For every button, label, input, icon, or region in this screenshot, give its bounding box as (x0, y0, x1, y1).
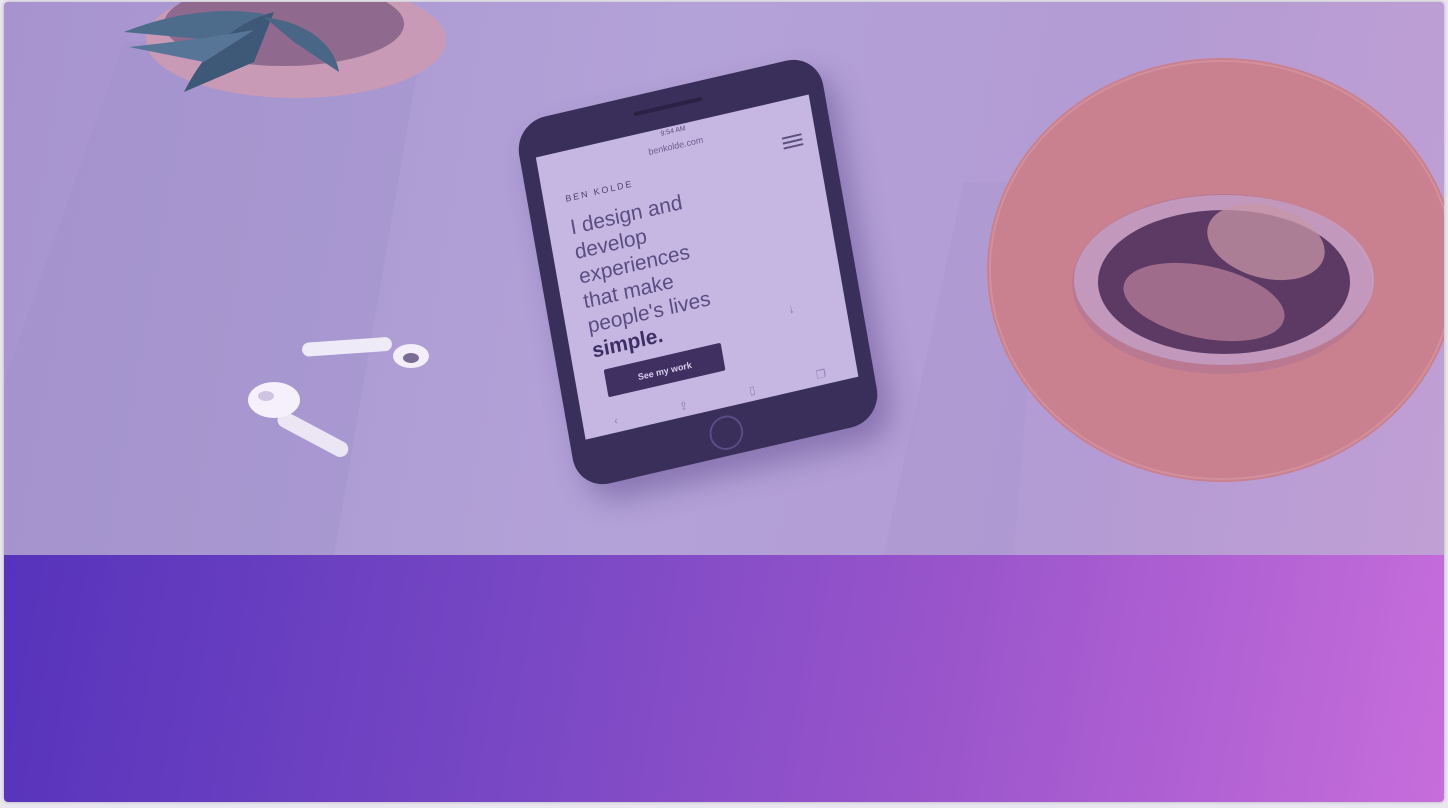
hamburger-icon[interactable] (781, 133, 804, 150)
site-brand: BEN KOLDE (564, 178, 635, 204)
page-frame: 9:54 AM benkolde.com BEN KOLDE I design … (4, 2, 1444, 802)
lamp-shadow (4, 32, 424, 555)
chevron-left-icon[interactable]: ‹ (613, 415, 619, 428)
hero-image: 9:54 AM benkolde.com BEN KOLDE I design … (4, 2, 1444, 555)
book-icon[interactable]: ▯ (748, 383, 756, 397)
tabs-icon[interactable]: ❐ (815, 366, 827, 381)
coaster-with-glass (987, 58, 1444, 482)
smartphone: 9:54 AM benkolde.com BEN KOLDE I design … (513, 53, 883, 491)
phone-speaker (633, 96, 703, 117)
gradient-band (4, 555, 1444, 802)
home-button (706, 412, 746, 454)
phone-screen: 9:54 AM benkolde.com BEN KOLDE I design … (535, 94, 859, 440)
share-icon[interactable]: ⇪ (678, 398, 689, 413)
